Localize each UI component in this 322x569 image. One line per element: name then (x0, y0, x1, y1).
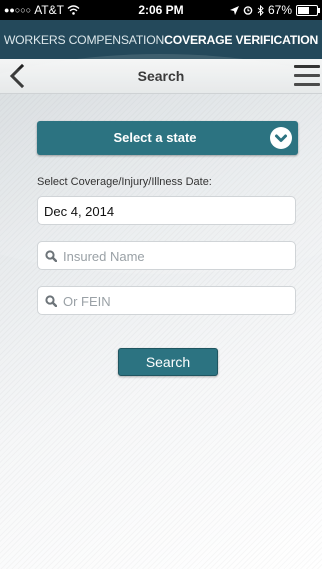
battery-fill (298, 6, 309, 14)
status-right: 67% (229, 3, 320, 17)
battery-icon (296, 4, 320, 16)
bluetooth-icon (257, 4, 264, 16)
search-button[interactable]: Search (118, 348, 218, 376)
fein-placeholder: Or FEIN (63, 294, 111, 309)
battery-percent: 67% (267, 3, 292, 17)
state-select-label: Select a state (113, 130, 197, 145)
date-label: Select Coverage/Injury/Illness Date: (37, 176, 212, 188)
search-icon (45, 250, 57, 262)
search-icon (45, 295, 57, 307)
banner-prefix: WORKERS COMPENSATION (3, 32, 165, 47)
location-arrow-icon (229, 5, 239, 15)
banner-emphasis: COVERAGE VERIFICATION (164, 32, 319, 47)
insured-name-input[interactable]: Insured Name (37, 241, 296, 270)
status-bar: ●●○○○ AT&T 2:06 PM 67% (0, 0, 322, 20)
date-field[interactable]: Dec 4, 2014 (37, 196, 296, 225)
state-select[interactable]: Select a state (37, 121, 298, 155)
alarm-icon (243, 6, 253, 15)
insured-name-placeholder: Insured Name (63, 249, 145, 264)
search-form: Select a state Select Coverage/Injury/Il… (0, 54, 322, 569)
date-value: Dec 4, 2014 (44, 204, 115, 219)
fein-input[interactable]: Or FEIN (37, 286, 296, 315)
app-screen: ●●○○○ AT&T 2:06 PM 67% WORKERS COMPENSAT… (0, 0, 322, 569)
chevron-down-icon (270, 127, 292, 149)
